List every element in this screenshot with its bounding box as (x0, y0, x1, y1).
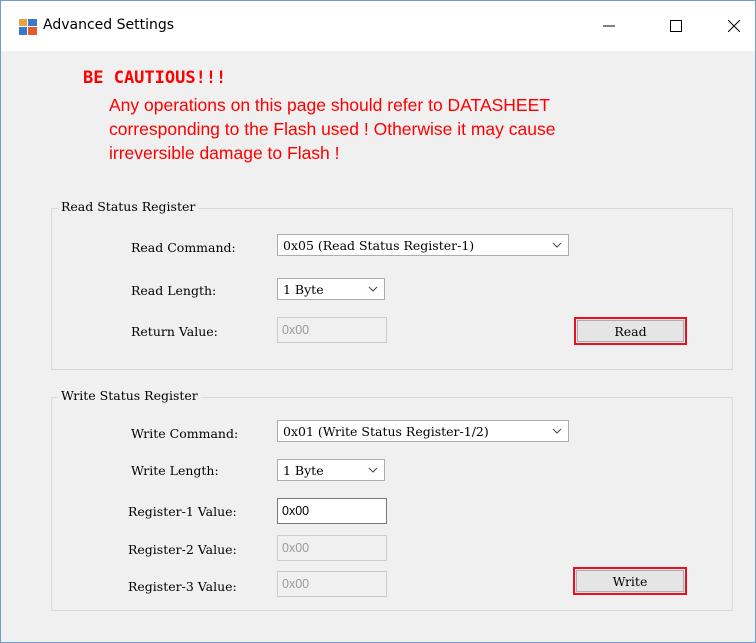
write-length-value: 1 Byte (283, 462, 324, 478)
read-group-title: Read Status Register (58, 199, 199, 214)
write-length-select[interactable]: 1 Byte (277, 459, 385, 481)
write-command-select[interactable]: 0x01 (Write Status Register-1/2) (277, 420, 569, 442)
close-icon (728, 20, 740, 32)
warning-line: Any operations on this page should refer… (109, 95, 550, 115)
warning-message: Any operations on this page should refer… (109, 93, 709, 165)
write-length-label: Write Length: (131, 463, 219, 478)
write-button[interactable]: Write (573, 567, 687, 595)
read-button[interactable]: Read (574, 317, 687, 345)
close-button[interactable] (711, 9, 756, 43)
warning-line: corresponding to the Flash used ! Otherw… (109, 119, 556, 139)
minimize-icon (603, 25, 615, 27)
read-length-value: 1 Byte (283, 281, 324, 297)
register-3-input: 0x00 (277, 571, 387, 597)
chevron-down-icon (368, 286, 378, 292)
read-command-select[interactable]: 0x05 (Read Status Register-1) (277, 234, 569, 256)
register-3-label: Register-3 Value: (128, 579, 237, 594)
title-bar[interactable]: Advanced Settings (1, 1, 755, 51)
write-command-label: Write Command: (131, 426, 239, 441)
window-title: Advanced Settings (43, 17, 175, 33)
chevron-down-icon (368, 467, 378, 473)
minimize-button[interactable] (586, 9, 632, 43)
advanced-settings-window: Advanced Settings BE CAUTIOUS!!! Any ope… (0, 0, 756, 643)
chevron-down-icon (552, 428, 562, 434)
app-icon (19, 19, 37, 35)
warning-title: BE CAUTIOUS!!! (83, 68, 227, 88)
read-length-label: Read Length: (131, 283, 217, 298)
register-1-input[interactable]: 0x00 (277, 498, 387, 524)
return-value-label: Return Value: (131, 324, 218, 339)
register-2-label: Register-2 Value: (128, 542, 237, 557)
write-command-value: 0x01 (Write Status Register-1/2) (283, 423, 489, 439)
maximize-icon (670, 20, 682, 32)
read-length-select[interactable]: 1 Byte (277, 278, 385, 300)
register-1-label: Register-1 Value: (128, 504, 237, 519)
read-command-label: Read Command: (131, 240, 236, 255)
chevron-down-icon (552, 242, 562, 248)
write-group-title: Write Status Register (58, 388, 201, 403)
warning-line: irreversible damage to Flash ! (109, 143, 340, 163)
read-command-value: 0x05 (Read Status Register-1) (283, 237, 475, 253)
return-value-field: 0x00 (277, 317, 387, 343)
register-2-input: 0x00 (277, 535, 387, 561)
maximize-button[interactable] (653, 9, 699, 43)
